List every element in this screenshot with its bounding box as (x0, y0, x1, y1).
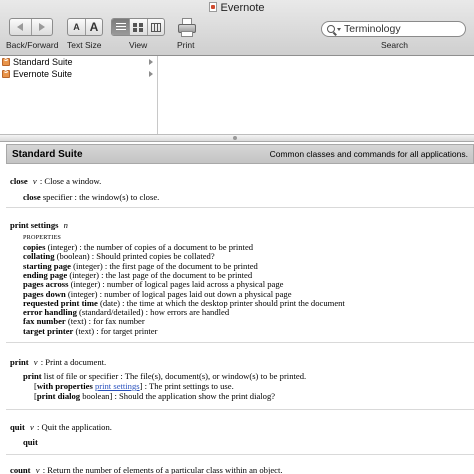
entry-param: quit (23, 437, 38, 447)
text-bigger-button[interactable]: A (84, 19, 102, 35)
suite-name: Standard Suite (12, 148, 83, 160)
optional-param-with-properties: [with properties print settings] : The p… (34, 381, 234, 391)
suite-icon (2, 57, 10, 66)
printer-tray-icon (181, 31, 193, 37)
list-view-icon (115, 22, 126, 32)
view-columns-button[interactable] (146, 19, 164, 35)
param-name: print (23, 371, 42, 381)
command-kind: v (35, 465, 40, 474)
properties-label: PROPERTIES (23, 234, 62, 241)
text-smaller-label: A (73, 22, 80, 32)
browser-item-standard-suite[interactable]: Standard Suite (0, 56, 157, 68)
entry-print: print v : Print a document. print list o… (6, 344, 474, 410)
print-label: Print (177, 40, 195, 50)
command-name: quit (10, 422, 25, 432)
command-name: close (10, 176, 28, 186)
print-settings-link[interactable]: print settings (95, 381, 140, 391)
back-button[interactable] (10, 19, 31, 35)
command-description: : Quit the application. (36, 422, 112, 432)
entry-print-settings: print settings n PROPERTIES copies (inte… (6, 209, 474, 343)
suite-header: Standard Suite Common classes and comman… (6, 144, 474, 164)
browser-item-label: Standard Suite (13, 57, 73, 67)
entry-close: close v : Close a window. close specifie… (6, 166, 474, 208)
param-description: boolean] : Should the application show t… (82, 391, 276, 401)
suite-description: Common classes and commands for all appl… (269, 149, 468, 159)
view-grid-button[interactable] (129, 19, 146, 35)
back-forward-label: Back/Forward (6, 40, 59, 50)
suite-browser: Standard Suite Evernote Suite (0, 56, 474, 134)
class-name: print settings (10, 220, 59, 230)
command-kind: v (33, 357, 38, 367)
search-menu-chevron-icon[interactable] (337, 27, 341, 31)
command-description: : Print a document. (40, 357, 107, 367)
search-label: Search (381, 40, 408, 50)
view-group (111, 18, 165, 36)
command-description: : Return the number of elements of a par… (42, 465, 283, 474)
command-kind: v (32, 176, 37, 186)
browser-item-label: Evernote Suite (13, 69, 73, 79)
entry-param: close specifier : the window(s) to close… (23, 192, 159, 202)
param-description: ] : The print settings to use. (139, 381, 234, 391)
window-title: Evernote (220, 2, 265, 14)
entry-title: print v : Print a document. (10, 357, 106, 367)
optional-param-print-dialog: [print dialog boolean] : Should the appl… (34, 391, 275, 401)
property-row: target printer (text) : for target print… (23, 326, 157, 336)
pane-splitter[interactable] (0, 134, 474, 142)
entry-title: close v : Close a window. (10, 176, 101, 186)
text-smaller-button[interactable]: A (68, 19, 85, 35)
forward-arrow-icon (38, 23, 45, 31)
command-name: count (10, 465, 31, 474)
title-bar: Evernote (0, 0, 474, 16)
param-name: close (23, 192, 41, 202)
param-name: print dialog (36, 391, 81, 401)
browser-item-evernote-suite[interactable]: Evernote Suite (0, 68, 157, 80)
property-description: (text) : for target printer (75, 325, 158, 336)
param-description: specifier : the window(s) to close. (42, 192, 160, 202)
text-bigger-label: A (89, 20, 99, 34)
print-button[interactable] (178, 18, 196, 38)
entry-title: quit v : Quit the application. (10, 422, 112, 432)
command-description: : Close a window. (39, 176, 102, 186)
suite-icon (2, 69, 10, 78)
command-kind: v (29, 422, 34, 432)
splitter-handle-icon (233, 136, 237, 140)
param-name: with properties (36, 381, 93, 391)
param-name: quit (23, 437, 38, 447)
entry-count: count v : Return the number of elements … (6, 456, 474, 474)
disclosure-arrow-icon (149, 59, 153, 65)
entry-param: print list of file or specifier : The fi… (23, 371, 306, 381)
columns-view-icon (150, 22, 161, 32)
view-list-button[interactable] (112, 19, 130, 35)
search-icon (327, 25, 335, 33)
entry-quit: quit v : Quit the application. quit (6, 411, 474, 455)
view-label: View (129, 40, 148, 50)
text-size-group: A A (67, 18, 103, 36)
entry-title: count v : Return the number of elements … (10, 465, 283, 474)
class-kind: n (63, 220, 68, 230)
search-field[interactable] (321, 21, 466, 37)
document-icon (209, 2, 218, 12)
browser-column: Standard Suite Evernote Suite (0, 56, 158, 134)
property-name: target printer (23, 325, 74, 336)
forward-button[interactable] (30, 19, 52, 35)
back-arrow-icon (17, 23, 24, 31)
window-toolbar: Evernote Back/Forward A A Text Size View… (0, 0, 474, 56)
text-size-label: Text Size (67, 40, 102, 50)
back-forward-group (9, 18, 53, 36)
dictionary-content: Standard Suite Common classes and comman… (0, 142, 474, 474)
param-description: list of file or specifier : The file(s),… (43, 371, 307, 381)
command-name: print (10, 357, 29, 367)
search-input[interactable] (344, 23, 454, 35)
entry-title: print settings n (10, 220, 68, 230)
disclosure-arrow-icon (149, 71, 153, 77)
grid-view-icon (133, 22, 144, 32)
